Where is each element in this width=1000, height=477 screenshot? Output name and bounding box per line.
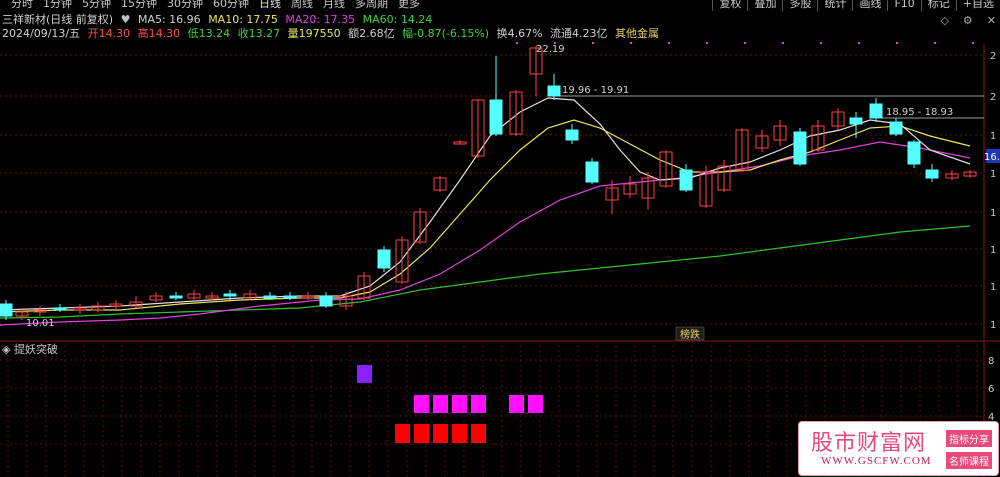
candle-body bbox=[0, 303, 13, 317]
candle-body bbox=[565, 129, 579, 141]
signal-dot bbox=[896, 42, 898, 44]
price-axis-label: 1 bbox=[990, 131, 996, 142]
candle-body bbox=[849, 117, 863, 125]
event-badge-label: 榜跌 bbox=[680, 328, 700, 341]
candle-body bbox=[925, 169, 939, 179]
range1-label: 19.96 - 19.91 bbox=[562, 85, 629, 96]
signal-block-magenta bbox=[528, 395, 543, 413]
candle-body bbox=[283, 295, 297, 299]
signal-block-red bbox=[433, 424, 448, 443]
signal-dot bbox=[592, 42, 594, 44]
ind-axis-label-8: 8 bbox=[988, 356, 994, 367]
signal-dots-row bbox=[516, 42, 974, 44]
watermark-url: WWW.GSCFW.COM bbox=[821, 455, 932, 467]
watermark-title: 股市财富网 bbox=[811, 431, 927, 456]
price-axis-label: 1 bbox=[990, 245, 996, 256]
price-axis-label: 1 bbox=[990, 169, 996, 180]
candle-body bbox=[169, 295, 183, 299]
indicator-collapse-icon[interactable]: ◈ bbox=[2, 343, 10, 356]
price-axis-label: 1 bbox=[990, 282, 996, 293]
high-price-label: 22.19 bbox=[536, 44, 565, 55]
signal-dot bbox=[668, 42, 670, 44]
candle-body bbox=[585, 161, 599, 183]
candle-body bbox=[907, 141, 921, 165]
signal-dot bbox=[744, 42, 746, 44]
ind-axis-label-6: 6 bbox=[988, 384, 994, 395]
price-grid bbox=[0, 54, 984, 325]
kline-chart[interactable]: 2 2 1 1 1 1 1 1 22.19 19.96 - 19.91 18.95 - 18.… bbox=[0, 0, 1000, 477]
watermark-logo: 股市财富网 WWW.GSCFW.COM 指标分享 名师课程 bbox=[798, 421, 999, 476]
candle-body bbox=[263, 295, 277, 299]
price-axis-label: 2 bbox=[990, 92, 996, 103]
ma20-line bbox=[0, 141, 971, 326]
price-axis-label: 2 bbox=[990, 51, 996, 62]
indicator-title[interactable]: ◈ 提妖突破 bbox=[2, 343, 58, 356]
signal-dot bbox=[858, 42, 860, 44]
candle-body bbox=[889, 121, 903, 135]
indicator-name: 提妖突破 bbox=[13, 343, 58, 356]
candle-body bbox=[53, 307, 67, 311]
signal-block-red bbox=[452, 424, 467, 443]
signal-dot bbox=[782, 42, 784, 44]
signal-block-red bbox=[471, 424, 486, 443]
signal-block-red bbox=[414, 424, 429, 443]
signal-block-magenta bbox=[414, 395, 429, 413]
range2-label: 18.95 - 18.93 bbox=[886, 107, 953, 118]
signal-dot bbox=[630, 42, 632, 44]
candle-body bbox=[793, 131, 807, 165]
candle-body bbox=[223, 293, 237, 297]
candle-body bbox=[377, 249, 391, 269]
watermark-tag-share: 指标分享 bbox=[946, 430, 992, 447]
price-axis-label: 1 bbox=[990, 320, 996, 331]
signal-block-magenta bbox=[433, 395, 448, 413]
signal-dot bbox=[972, 42, 974, 44]
signal-block-magenta bbox=[452, 395, 467, 413]
price-axis-labels: 2 2 1 1 1 1 1 1 bbox=[990, 51, 996, 331]
price-axis-label: 1 bbox=[990, 208, 996, 219]
candle-body bbox=[679, 169, 693, 191]
candle-body bbox=[869, 103, 883, 119]
low-price-label: 10.01 bbox=[26, 318, 55, 329]
signal-dot bbox=[934, 42, 936, 44]
candle-body bbox=[319, 295, 333, 307]
candle-body bbox=[547, 85, 561, 97]
watermark-tag-course: 名师课程 bbox=[946, 452, 992, 469]
signal-block-magenta bbox=[471, 395, 486, 413]
signal-block-red bbox=[395, 424, 410, 443]
signal-block-magenta bbox=[509, 395, 524, 413]
candle-body bbox=[489, 99, 503, 135]
signal-dot bbox=[706, 42, 708, 44]
signal-dot bbox=[820, 42, 822, 44]
last-price-label: 16.9 bbox=[984, 152, 1000, 163]
signal-dot bbox=[516, 42, 518, 44]
signal-block-purple bbox=[357, 365, 372, 383]
